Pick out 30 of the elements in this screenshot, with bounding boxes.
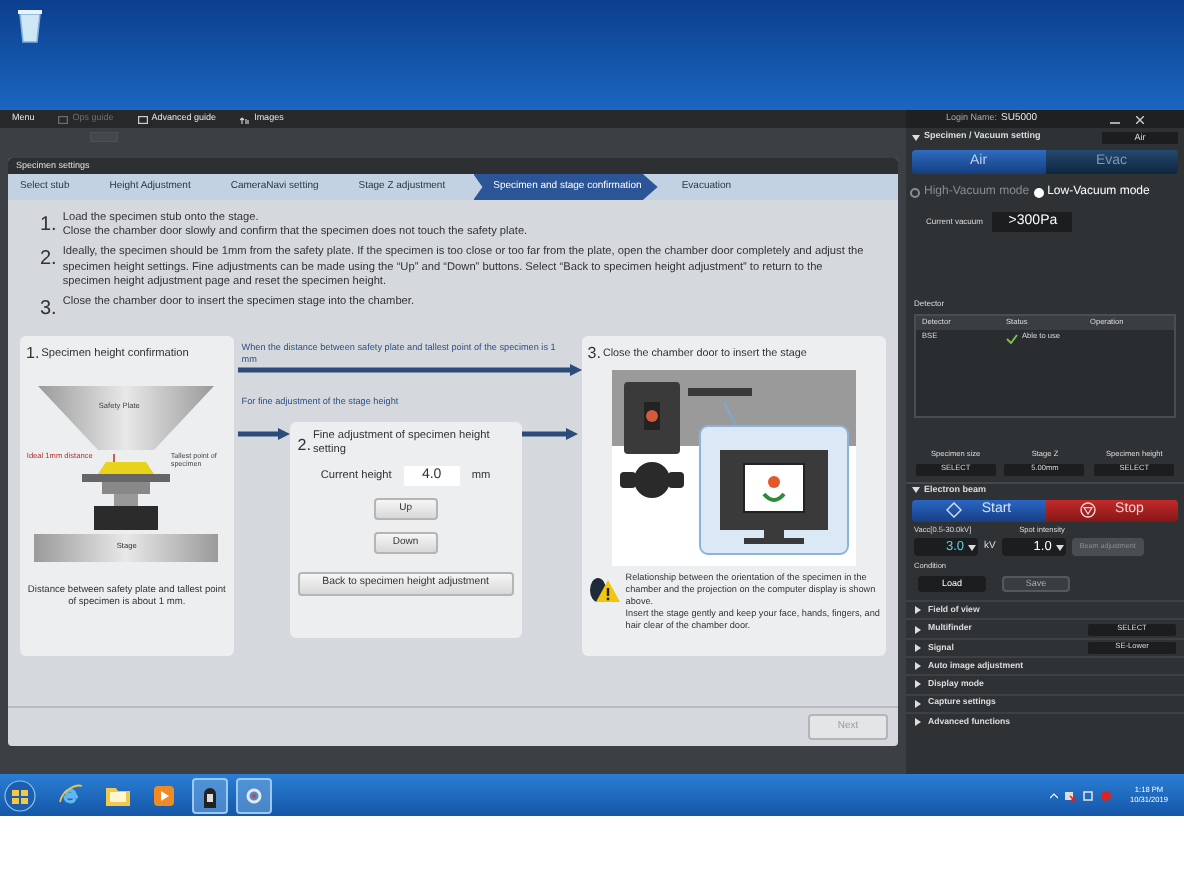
app-button[interactable] <box>192 777 228 813</box>
monitor-icon[interactable] <box>1081 789 1094 801</box>
start-orb-icon[interactable] <box>4 779 36 811</box>
stop-icon <box>1079 502 1096 519</box>
dropdown-icon <box>968 543 976 552</box>
media-player-icon[interactable] <box>152 783 176 807</box>
arrow <box>521 428 578 441</box>
expand-icon <box>914 643 922 652</box>
step-number: 2. <box>40 250 57 271</box>
browser-icon[interactable] <box>56 781 84 809</box>
images-icon <box>240 115 251 123</box>
step-number: 3. <box>40 300 57 321</box>
diamond-icon <box>945 502 962 519</box>
dropdown-icon <box>1055 543 1064 552</box>
warning-icon <box>587 572 620 605</box>
recycle-bin-icon[interactable] <box>16 8 44 44</box>
network-icon[interactable] <box>1063 789 1076 801</box>
expand-icon <box>914 625 922 633</box>
expand-icon <box>914 606 922 615</box>
check-icon <box>1006 333 1018 343</box>
card-number: 1. <box>26 342 40 367</box>
collapse-icon[interactable] <box>912 486 920 495</box>
step-number: 1. <box>40 216 57 236</box>
card-number: 2. <box>297 434 311 459</box>
folder-icon[interactable] <box>104 783 132 807</box>
chevron-up-icon[interactable] <box>1049 791 1058 799</box>
collapse-icon[interactable] <box>912 133 920 141</box>
arrow <box>237 428 290 441</box>
card-number: 3. <box>587 342 601 367</box>
close-icon[interactable] <box>1136 115 1144 123</box>
